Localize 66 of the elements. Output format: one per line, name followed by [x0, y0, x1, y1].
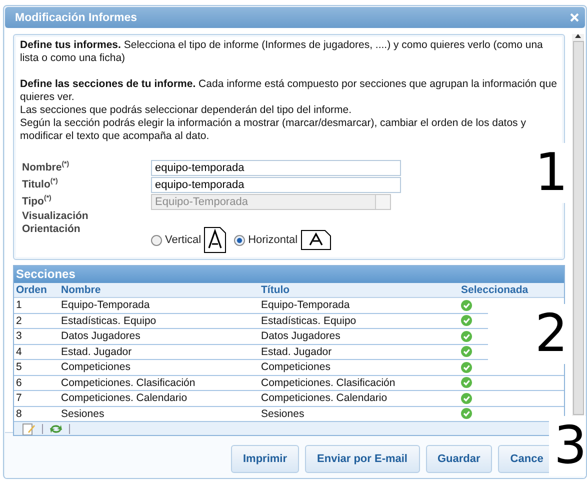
table-cell-text: 5: [15, 361, 23, 374]
table-cell-text: Estad. Jugador: [60, 346, 133, 358]
table-cell-text: Estadísticas. Equipo: [60, 314, 158, 327]
table-cell-text: 4: [15, 346, 23, 358]
action-button[interactable]: Enviar por E-mail: [305, 445, 420, 473]
refresh-icon[interactable]: [49, 422, 63, 434]
table-cell-text: Datos Jugadores: [260, 330, 342, 342]
number-tooltip: 3: [549, 416, 586, 476]
table-cell-text: Estadísticas. Equipo: [260, 314, 358, 327]
table-cell-text: 3: [15, 330, 23, 342]
table-cell-text: 6: [15, 376, 23, 389]
table-cell-text: Competiciones. Clasificación: [60, 376, 196, 389]
radio-label[interactable]: Horizontal: [248, 234, 298, 246]
table-cell-text: Equipo-Temporada: [60, 299, 151, 312]
check-icon[interactable]: [461, 300, 472, 311]
check-icon[interactable]: [461, 346, 472, 358]
field-label: Orientación: [22, 223, 82, 235]
table-cell-text: Competiciones. Calendario: [260, 392, 388, 404]
table-cell-text: Competiciones: [60, 361, 132, 374]
table-row[interactable]: 7 Competiciones. Calendario Competiciones. Calendario: [14, 391, 564, 406]
column-header-cell[interactable]: Título: [259, 284, 459, 296]
table-cell-text: Sesiones: [260, 408, 306, 420]
check-icon[interactable]: [461, 408, 472, 420]
check-icon[interactable]: [461, 362, 472, 373]
field-label: Titulo$^{(*)}$: [22, 178, 59, 191]
text-field[interactable]: equipo-temporada: [151, 160, 401, 176]
action-button[interactable]: Imprimir: [231, 445, 300, 473]
table-cell-text: Equipo-Temporada: [260, 299, 351, 312]
window-title: Modificación Informes: [15, 12, 138, 24]
column-header-cell[interactable]: Orden: [14, 284, 59, 296]
table-cell-text: Datos Jugadores: [60, 330, 142, 342]
table-cell-text: Competiciones. Clasificación: [260, 376, 396, 389]
action-button[interactable]: Guardar: [426, 445, 492, 473]
table-cell-text: Estad. Jugador: [260, 346, 333, 358]
check-icon[interactable]: [461, 330, 472, 342]
table-cell-text: Competiciones. Calendario: [60, 392, 188, 404]
check-icon[interactable]: [461, 315, 472, 326]
close-icon[interactable]: [570, 13, 579, 22]
table-cell-text: 7: [15, 392, 23, 404]
paragraph: Define las secciones de tu informe. Cada informe está compuesto por secciones que agrupan la información que quieres ver.: [20, 78, 558, 104]
field-label: Nombre$^{(*)}$: [22, 161, 70, 174]
paragraph: Define tus informes. Selecciona el tipo de informe (Informes de jugadores, ....) y como quieres verlo (como una lista o como una ficha): [20, 39, 544, 65]
table-cell-text: Competiciones: [260, 361, 332, 374]
page-orientation-icon: [204, 227, 226, 253]
scroll-up-icon[interactable]: [575, 34, 581, 38]
table-cell-text: 1: [15, 299, 23, 312]
column-header-cell[interactable]: Seleccionada: [459, 284, 541, 296]
table-cell-text: Sesiones: [60, 408, 106, 420]
page-orientation-icon: [300, 230, 331, 250]
radio-label[interactable]: Vertical: [165, 234, 202, 246]
number-tooltip: 2: [488, 304, 568, 364]
paragraph: Según la sección podrás elegir la información a mostrar (marcar/desmarcar), cambiar el orden de los datos y modificar el texto que acompaña al dato.: [20, 117, 527, 143]
paragraph: Las secciones que podrás seleccionar dependerán del tipo del informe.: [20, 104, 353, 117]
field-label: Tipo$^{(*)}$: [22, 195, 52, 208]
column-header-cell[interactable]: Nombre: [59, 284, 259, 296]
check-icon[interactable]: [461, 377, 472, 388]
radio-button[interactable]: [151, 234, 162, 246]
check-icon[interactable]: [461, 392, 472, 404]
table-cell-text: 2: [15, 314, 23, 327]
radio-button[interactable]: [234, 234, 246, 246]
edit-icon[interactable]: [22, 422, 36, 434]
grid-title: Secciones: [14, 266, 564, 283]
table-row[interactable]: 6 Competiciones. Clasificación Competiciones. Clasificación: [14, 376, 564, 391]
text-field[interactable]: equipo-temporada: [151, 176, 401, 192]
field-label: Visualización: [22, 210, 90, 223]
table-cell-text: 8: [15, 408, 23, 420]
